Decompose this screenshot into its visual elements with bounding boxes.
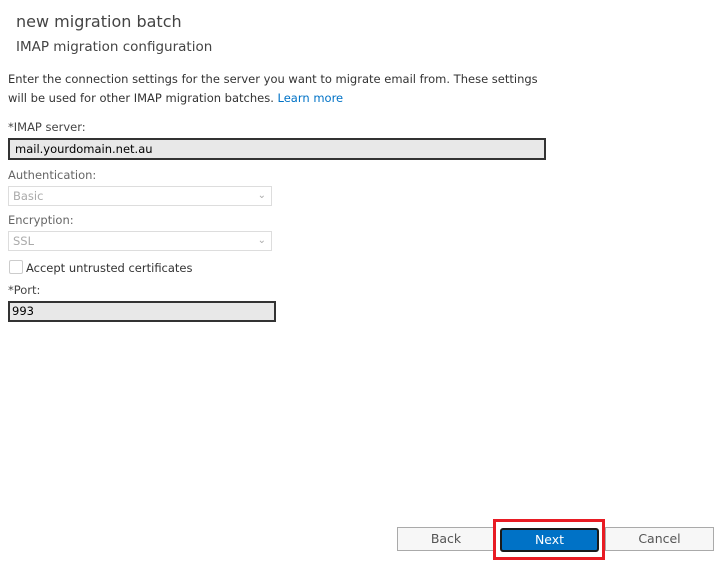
chevron-down-icon: ⌄ [257, 190, 266, 201]
authentication-label: Authentication: [8, 168, 97, 182]
encryption-value: SSL [13, 234, 35, 248]
page-subtitle: IMAP migration configuration [16, 39, 213, 55]
learn-more-link[interactable]: Learn more [278, 91, 344, 105]
description-text: Enter the connection settings for the se… [8, 72, 538, 105]
imap-server-label: *IMAP server: [8, 120, 86, 134]
authentication-value: Basic [13, 189, 44, 203]
encryption-label: Encryption: [8, 213, 74, 227]
next-button[interactable]: Next [500, 528, 599, 552]
accept-untrusted-label: Accept untrusted certificates [26, 261, 193, 275]
page-title: new migration batch [16, 12, 182, 31]
port-label: *Port: [8, 283, 41, 297]
cancel-button[interactable]: Cancel [605, 527, 714, 551]
accept-untrusted-checkbox[interactable] [9, 260, 23, 274]
encryption-select[interactable]: SSL ⌄ [8, 231, 272, 251]
imap-server-input[interactable]: mail.yourdomain.net.au [8, 138, 546, 160]
port-input[interactable]: 993 [8, 301, 276, 322]
authentication-select[interactable]: Basic ⌄ [8, 186, 272, 206]
description: Enter the connection settings for the se… [8, 70, 538, 108]
back-button[interactable]: Back [397, 527, 495, 551]
chevron-down-icon: ⌄ [257, 235, 266, 246]
